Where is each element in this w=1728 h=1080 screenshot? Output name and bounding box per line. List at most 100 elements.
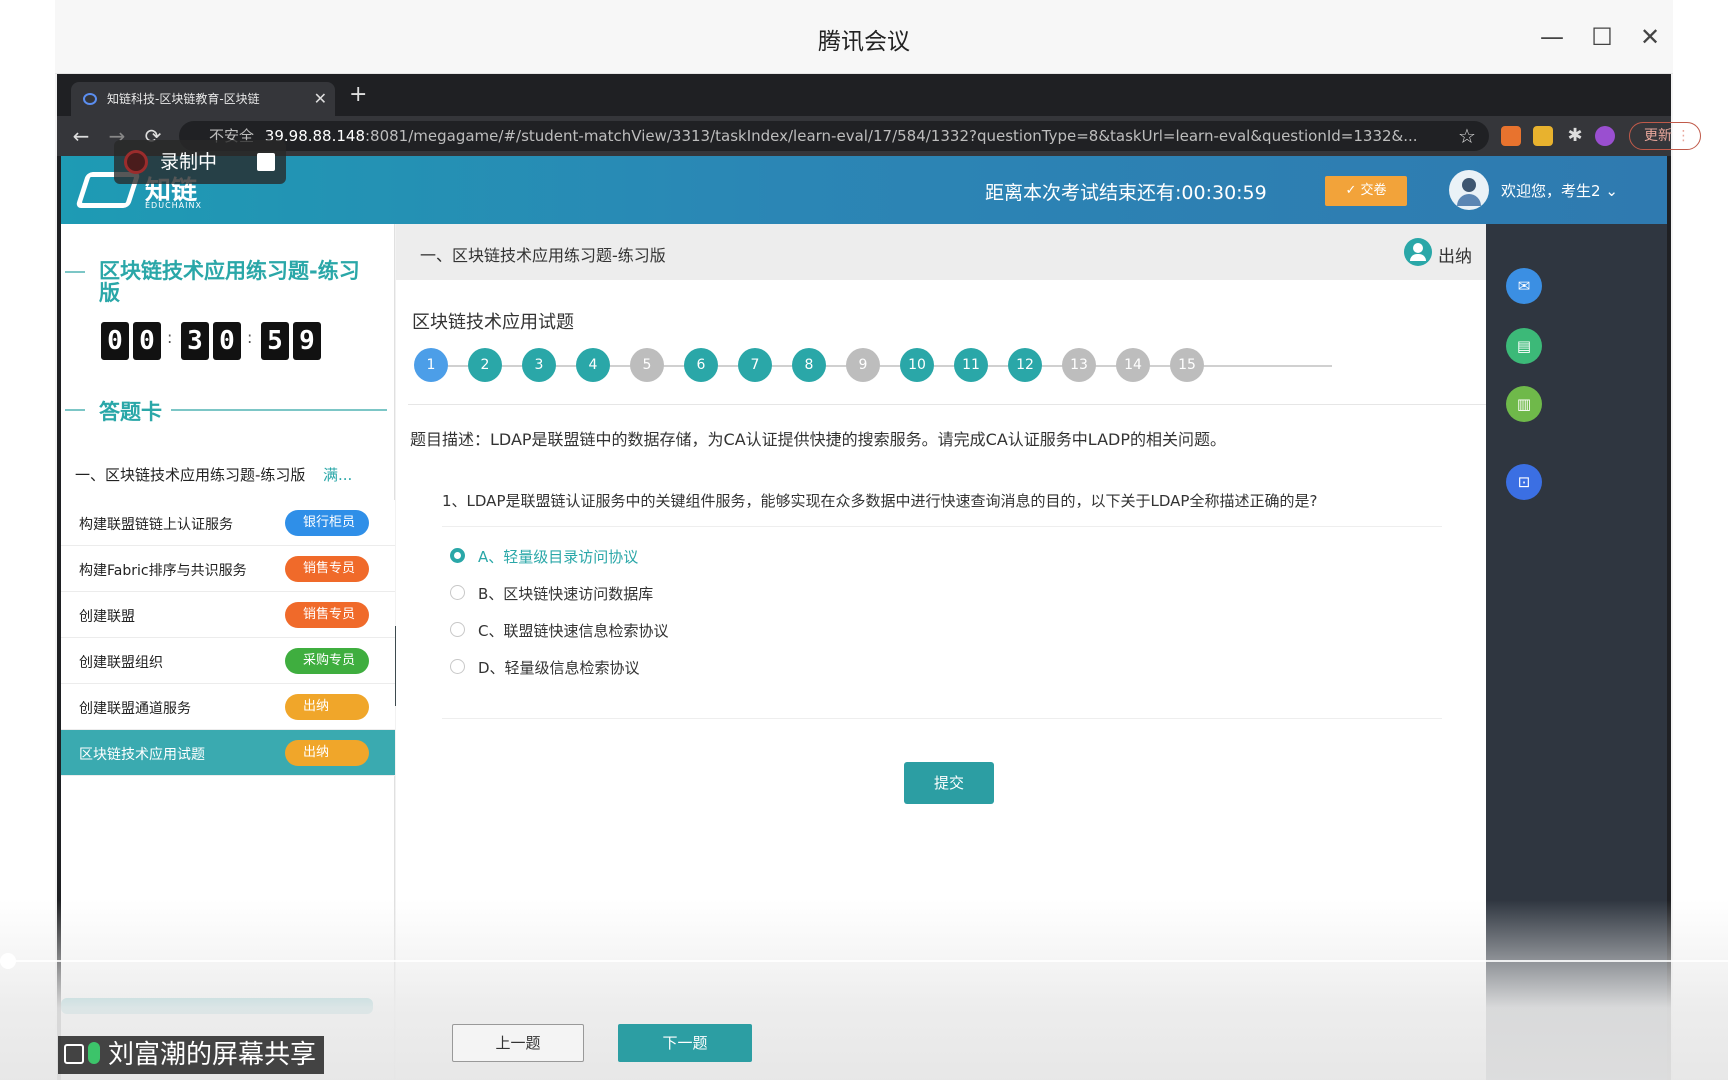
timer-colon: :: [247, 328, 253, 347]
submit-exam-label: 交卷: [1360, 183, 1387, 198]
meeting-titlebar: 腾讯会议 — ☐ ✕: [55, 0, 1673, 74]
panel-header-title: 一、区块链技术应用练习题-练习版: [420, 246, 666, 265]
radio-icon[interactable]: [450, 622, 465, 637]
question-number-button[interactable]: 14: [1116, 348, 1150, 382]
address-bar: ← → ⟳ 不安全 39.98.88.148:8081/megagame/#/s…: [57, 116, 1701, 156]
sidebar-item[interactable]: 构建联盟链链上认证服务 银行柜员: [61, 500, 395, 546]
tab-title: 知链科技-区块链教育-区块链: [107, 92, 260, 106]
radio-icon[interactable]: [450, 659, 465, 674]
radio-icon[interactable]: [450, 585, 465, 600]
option-label: A、轻量级目录访问协议: [478, 548, 639, 566]
question-number-button[interactable]: 15: [1170, 348, 1204, 382]
divider: [442, 526, 1442, 527]
avatar[interactable]: [1449, 170, 1489, 210]
close-icon[interactable]: ✕: [1635, 22, 1665, 52]
question-number-button[interactable]: 10: [900, 348, 934, 382]
microphone-icon: [88, 1042, 100, 1064]
option-label: C、联盟链快速信息检索协议: [478, 622, 669, 640]
question-number-button[interactable]: 1: [414, 348, 448, 382]
recording-indicator: 录制中: [114, 140, 286, 184]
section-more-link[interactable]: 满...: [323, 464, 352, 485]
minimize-icon[interactable]: —: [1537, 22, 1567, 52]
scan-icon[interactable]: ⊡: [1506, 464, 1542, 500]
browser-tab[interactable]: 知链科技-区块链教育-区块链 ✕: [71, 82, 335, 116]
question-number-button[interactable]: 9: [846, 348, 880, 382]
url-path: :8081/megagame/#/student-matchView/3313/…: [365, 127, 1418, 145]
user-menu[interactable]: 欢迎您，考生2 ⌄: [1501, 180, 1618, 201]
sidebar-item-label: 构建联盟链链上认证服务: [79, 517, 233, 533]
sidebar-item-active[interactable]: 区块链技术应用试题 出纳: [61, 730, 395, 776]
back-icon[interactable]: ←: [67, 122, 95, 150]
answer-card-label: 答题卡: [99, 400, 162, 424]
question-number-button[interactable]: 4: [576, 348, 610, 382]
role-tag: 销售专员: [285, 556, 369, 582]
sidebar-item-label: 创建联盟: [79, 609, 135, 625]
update-label: 更新: [1644, 128, 1672, 144]
exam-title: 区块链技术应用试题: [412, 312, 574, 333]
role-tag: 采购专员: [285, 648, 369, 674]
question-number-button[interactable]: 2: [468, 348, 502, 382]
meeting-title: 腾讯会议: [818, 29, 910, 55]
screen-share-label: 刘富潮的屏幕共享: [58, 1036, 325, 1074]
update-button[interactable]: 更新 ⋮: [1629, 122, 1701, 150]
briefcase-icon[interactable]: ▤: [1506, 328, 1542, 364]
bookmark-star-icon[interactable]: ☆: [1453, 122, 1481, 150]
question-description: 题目描述：LDAP是联盟链中的数据存储，为CA认证提供快捷的搜索服务。请完成CA…: [410, 430, 1226, 449]
recording-label: 录制中: [160, 151, 218, 173]
timer-digit: 0: [101, 322, 129, 360]
question-number-button[interactable]: 11: [954, 348, 988, 382]
sidebar-title: 区块链技术应用练习题-练习版: [99, 259, 360, 305]
timer-digit: 0: [133, 322, 161, 360]
role-tag: 销售专员: [285, 602, 369, 628]
previous-question-button[interactable]: 上一题: [452, 1024, 584, 1062]
new-tab-icon[interactable]: +: [349, 82, 367, 107]
role-tag: 出纳: [285, 694, 369, 720]
app-header: 知链 EDUCHAINX 距离本次考试结束还有:00:30:59 ✓ 交卷 欢迎…: [61, 156, 1667, 224]
section-label[interactable]: 一、区块链技术应用练习题-练习版: [75, 464, 305, 485]
playback-progress-handle[interactable]: [0, 953, 16, 969]
submit-answer-button[interactable]: 提交: [904, 762, 994, 804]
question-number-button[interactable]: 12: [1008, 348, 1042, 382]
message-icon[interactable]: ✉: [1506, 268, 1542, 304]
logo-subtext: EDUCHAINX: [145, 201, 202, 210]
url-input[interactable]: 不安全 39.98.88.148:8081/megagame/#/student…: [179, 121, 1489, 151]
tab-close-icon[interactable]: ✕: [314, 82, 327, 116]
profile-icon[interactable]: [1595, 126, 1615, 146]
sidebar-item[interactable]: 创建联盟 销售专员: [61, 592, 395, 638]
sidebar-item[interactable]: 创建联盟通道服务 出纳: [61, 684, 395, 730]
user-role-icon: [1404, 238, 1432, 266]
timer-digit: 3: [181, 322, 209, 360]
divider: [408, 404, 1486, 405]
puzzle-icon[interactable]: ✱: [1565, 126, 1585, 146]
submit-exam-button[interactable]: ✓ 交卷: [1325, 176, 1407, 206]
sidebar-item[interactable]: 构建Fabric排序与共识服务 销售专员: [61, 546, 395, 592]
sidebar-item-label: 创建联盟组织: [79, 655, 163, 671]
question-text: 1、LDAP是联盟链认证服务中的关键组件服务，能够实现在众多数据中进行快速查询消…: [442, 492, 1318, 510]
sidebar-item-label: 区块链技术应用试题: [79, 747, 205, 763]
chevron-down-icon: ⌄: [1605, 182, 1618, 200]
question-number-button[interactable]: 6: [684, 348, 718, 382]
timer-digit: 9: [293, 322, 321, 360]
sharer-name: 刘富潮的屏幕共享: [108, 1040, 317, 1070]
question-number-button[interactable]: 13: [1062, 348, 1096, 382]
playback-progress-track[interactable]: [0, 960, 1728, 962]
sidebar-item[interactable]: 创建联盟组织 采购专员: [61, 638, 395, 684]
panel-header: 一、区块链技术应用练习题-练习版 出纳: [396, 224, 1486, 280]
extension-icon[interactable]: [1501, 126, 1521, 146]
shield-icon[interactable]: [1533, 126, 1553, 146]
maximize-icon[interactable]: ☐: [1587, 22, 1617, 52]
question-number-button[interactable]: 5: [630, 348, 664, 382]
sidebar-item-label: 构建Fabric排序与共识服务: [79, 563, 247, 579]
role-tag: 出纳: [285, 740, 369, 766]
question-number-button[interactable]: 8: [792, 348, 826, 382]
screen-share-icon: [64, 1044, 84, 1064]
exam-countdown: 距离本次考试结束还有:00:30:59: [985, 182, 1267, 204]
question-number-button[interactable]: 7: [738, 348, 772, 382]
question-number-button[interactable]: 3: [522, 348, 556, 382]
radio-selected-icon[interactable]: [450, 548, 465, 563]
stop-recording-icon[interactable]: [250, 140, 286, 184]
building-icon[interactable]: ▥: [1506, 386, 1542, 422]
divider: [442, 718, 1442, 719]
next-question-button[interactable]: 下一题: [618, 1024, 752, 1062]
timer-digit: 0: [213, 322, 241, 360]
